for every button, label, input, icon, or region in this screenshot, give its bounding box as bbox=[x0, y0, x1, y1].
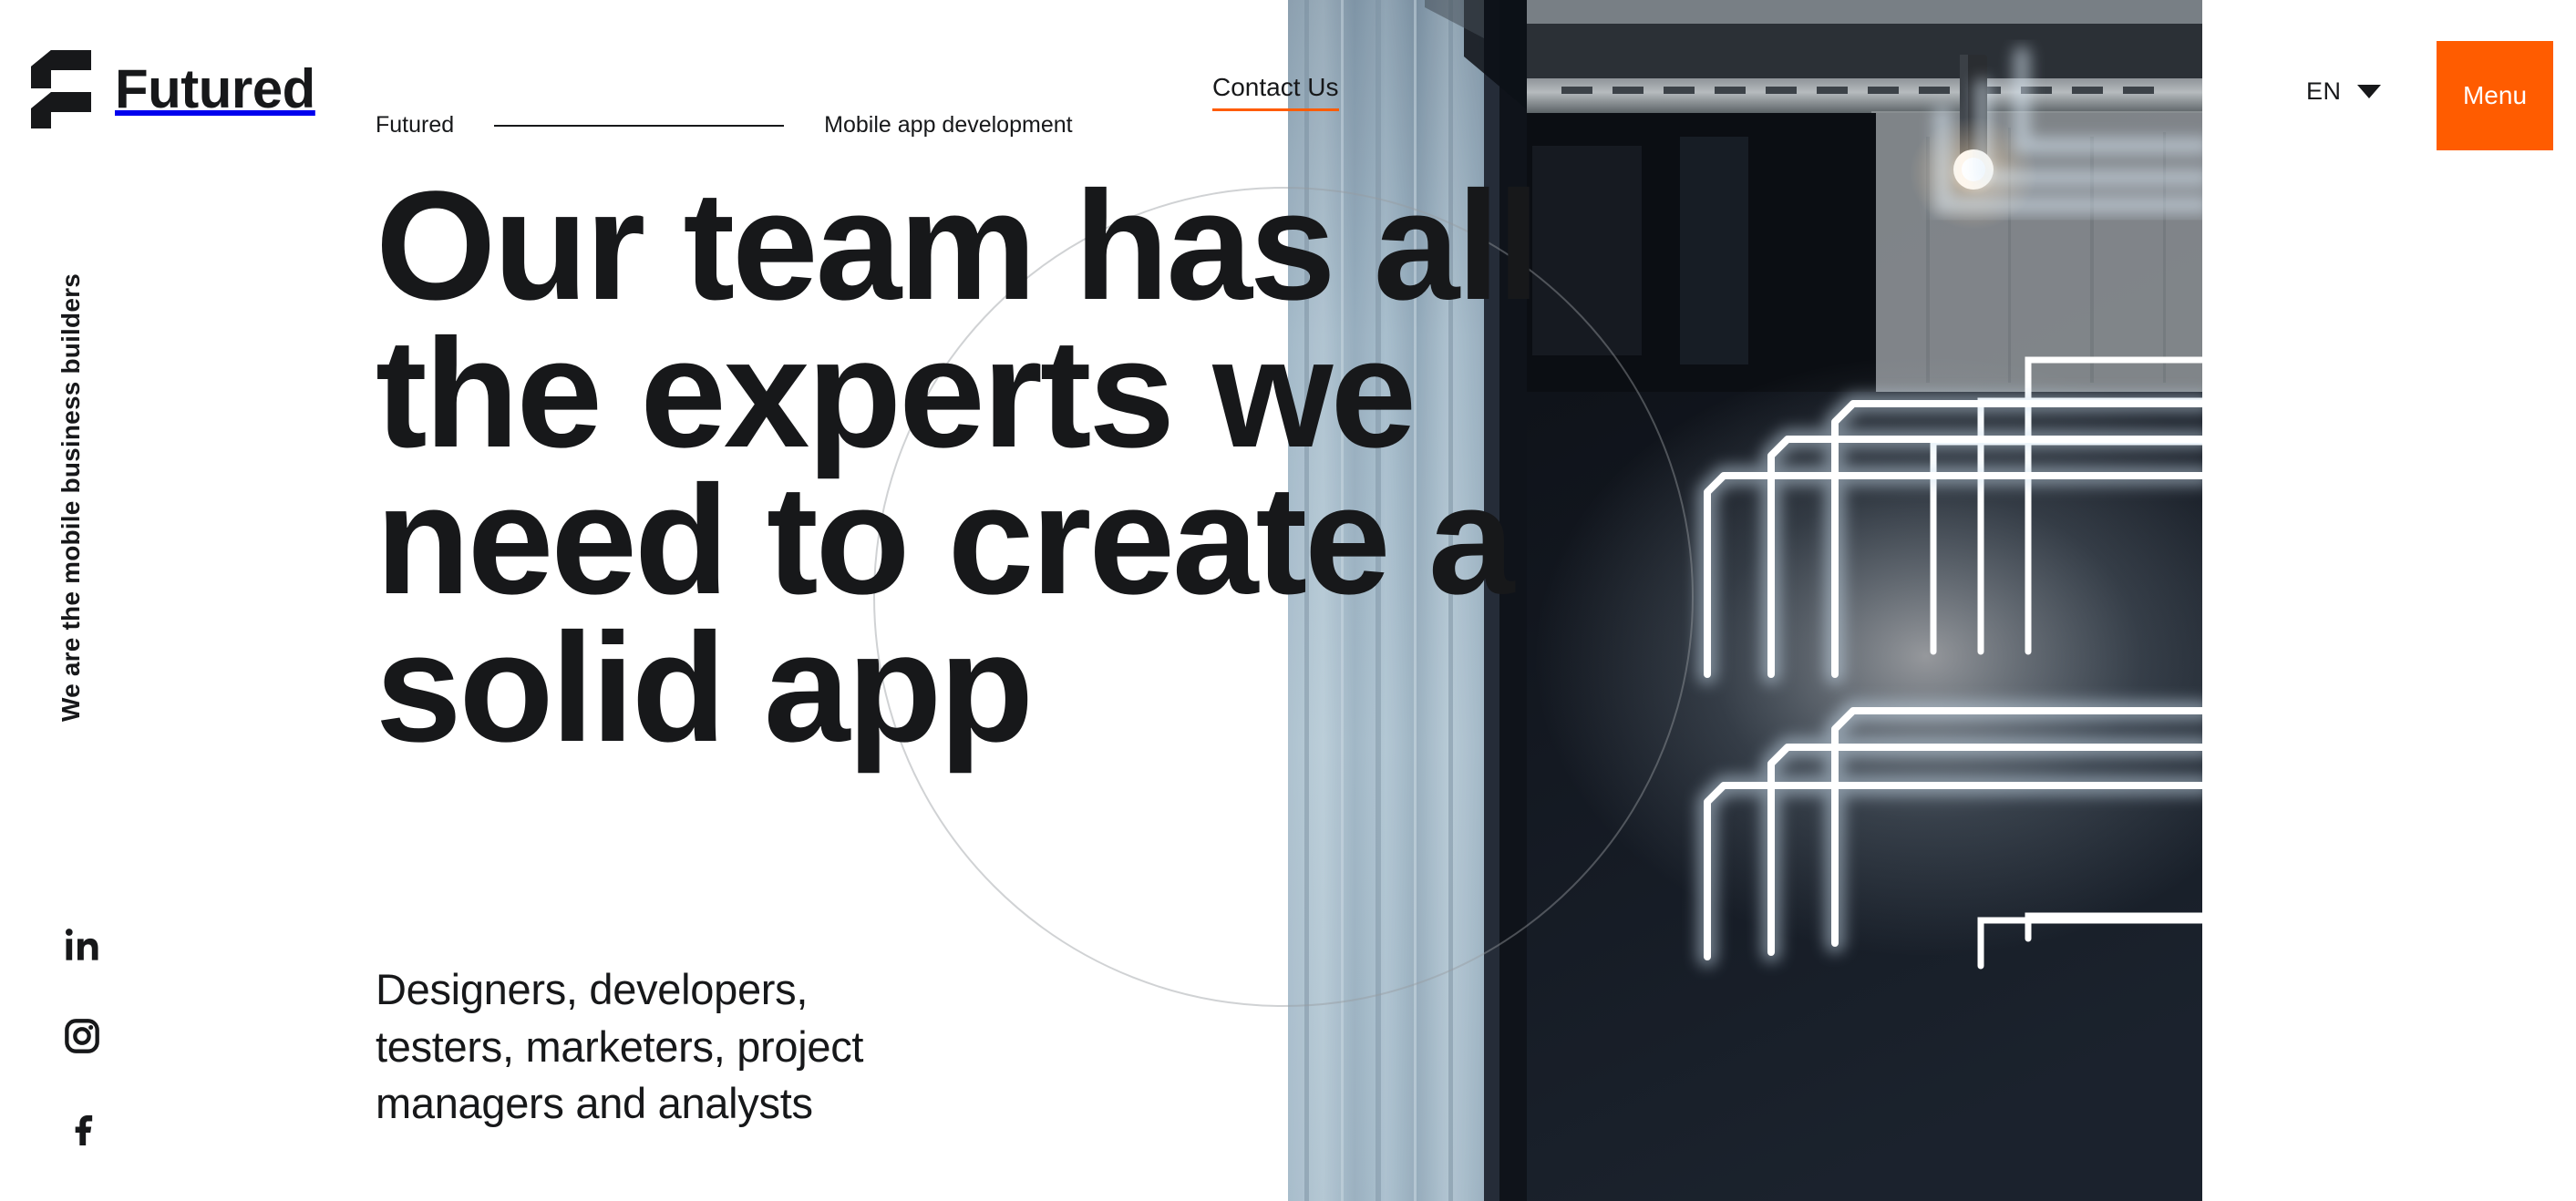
breadcrumb-item-mobile-app-development[interactable]: Mobile app development bbox=[824, 112, 1072, 139]
chevron-down-icon bbox=[2356, 85, 2381, 98]
breadcrumb-item-futured[interactable]: Futured bbox=[376, 112, 454, 139]
facebook-link[interactable] bbox=[62, 1107, 102, 1147]
language-label: EN bbox=[2306, 77, 2342, 105]
contact-us-link[interactable]: Contact Us bbox=[1212, 73, 1339, 111]
menu-button-label: Menu bbox=[2462, 81, 2528, 109]
hero-subtitle-line-2: testers, marketers, project bbox=[376, 1021, 864, 1071]
hero-photo-illustration bbox=[1288, 0, 2202, 1201]
page-root: Futured Futured Mobile app development C… bbox=[0, 0, 2576, 1201]
breadcrumb-divider-line bbox=[494, 124, 785, 127]
contact-us-label: Contact Us bbox=[1212, 73, 1339, 111]
social-links bbox=[62, 925, 102, 1147]
linkedin-icon bbox=[66, 929, 98, 960]
facebook-icon bbox=[75, 1115, 93, 1145]
brand-name: Futured bbox=[115, 58, 315, 119]
breadcrumb: Futured Mobile app development bbox=[376, 112, 1073, 139]
vertical-tagline-text: We are the mobile business builders bbox=[57, 273, 85, 722]
menu-button[interactable]: Menu bbox=[2437, 41, 2553, 150]
instagram-link[interactable] bbox=[62, 1016, 102, 1056]
hero-subtitle-line-1: Designers, developers, bbox=[376, 965, 809, 1013]
hero-subtitle-line-3: managers and analysts bbox=[376, 1079, 813, 1127]
language-switcher[interactable]: EN bbox=[2306, 77, 2381, 106]
instagram-icon bbox=[65, 1019, 99, 1053]
futured-f-logo-icon bbox=[31, 50, 91, 128]
brand-logo-link[interactable]: Futured bbox=[31, 50, 315, 128]
hero-subtitle: Designers, developers, testers, marketer… bbox=[376, 961, 863, 1133]
hero-photo bbox=[1288, 0, 2202, 1201]
linkedin-link[interactable] bbox=[62, 925, 102, 965]
vertical-tagline: We are the mobile business builders bbox=[57, 273, 86, 722]
